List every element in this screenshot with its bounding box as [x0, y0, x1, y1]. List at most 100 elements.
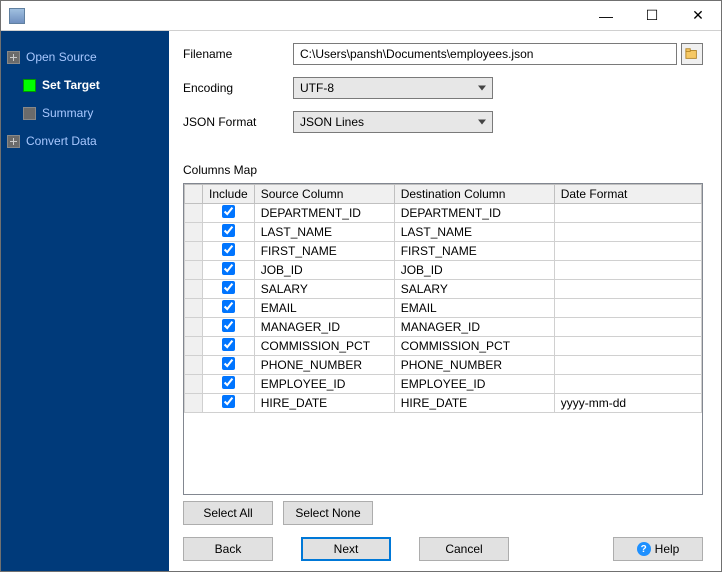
include-cell [203, 280, 255, 299]
source-cell[interactable]: EMAIL [254, 299, 394, 318]
col-include-header[interactable]: Include [203, 185, 255, 204]
datefmt-cell[interactable]: yyyy-mm-dd [554, 394, 701, 413]
source-cell[interactable]: JOB_ID [254, 261, 394, 280]
col-datefmt-header[interactable]: Date Format [554, 185, 701, 204]
dest-cell[interactable]: JOB_ID [394, 261, 554, 280]
wizard-sidebar: Open Source Set TargetSummary Convert Data [1, 31, 169, 571]
include-cell [203, 299, 255, 318]
close-button[interactable]: ✕ [675, 1, 721, 31]
minimize-button[interactable]: — [583, 1, 629, 31]
dest-cell[interactable]: FIRST_NAME [394, 242, 554, 261]
datefmt-cell[interactable] [554, 261, 701, 280]
datefmt-cell[interactable] [554, 375, 701, 394]
table-row[interactable]: JOB_IDJOB_ID [185, 261, 702, 280]
sidebar-item-open-source[interactable]: Open Source [1, 43, 169, 71]
table-row[interactable]: LAST_NAMELAST_NAME [185, 223, 702, 242]
dest-cell[interactable]: MANAGER_ID [394, 318, 554, 337]
row-header [185, 356, 203, 375]
row-header [185, 299, 203, 318]
dest-cell[interactable]: COMMISSION_PCT [394, 337, 554, 356]
table-row[interactable]: MANAGER_IDMANAGER_ID [185, 318, 702, 337]
source-cell[interactable]: EMPLOYEE_ID [254, 375, 394, 394]
include-cell [203, 375, 255, 394]
row-header [185, 223, 203, 242]
source-cell[interactable]: PHONE_NUMBER [254, 356, 394, 375]
source-cell[interactable]: SALARY [254, 280, 394, 299]
select-all-button[interactable]: Select All [183, 501, 273, 525]
cancel-button[interactable]: Cancel [419, 537, 509, 561]
source-cell[interactable]: DEPARTMENT_ID [254, 204, 394, 223]
table-row[interactable]: HIRE_DATEHIRE_DATEyyyy-mm-dd [185, 394, 702, 413]
source-cell[interactable]: COMMISSION_PCT [254, 337, 394, 356]
source-cell[interactable]: MANAGER_ID [254, 318, 394, 337]
datefmt-cell[interactable] [554, 223, 701, 242]
include-cell [203, 337, 255, 356]
include-checkbox[interactable] [222, 262, 235, 275]
dest-cell[interactable]: HIRE_DATE [394, 394, 554, 413]
sidebar-item-convert-data[interactable]: Convert Data [1, 127, 169, 155]
table-row[interactable]: SALARYSALARY [185, 280, 702, 299]
datefmt-cell[interactable] [554, 337, 701, 356]
table-row[interactable]: COMMISSION_PCTCOMMISSION_PCT [185, 337, 702, 356]
next-button[interactable]: Next [301, 537, 391, 561]
include-cell [203, 356, 255, 375]
encoding-select[interactable]: UTF-8 [293, 77, 493, 99]
help-button[interactable]: ? Help [613, 537, 703, 561]
dest-cell[interactable]: LAST_NAME [394, 223, 554, 242]
include-checkbox[interactable] [222, 338, 235, 351]
main-panel: Filename Encoding UTF-8 JSON Format [169, 31, 721, 571]
datefmt-cell[interactable] [554, 204, 701, 223]
include-checkbox[interactable] [222, 395, 235, 408]
filename-input[interactable] [293, 43, 677, 65]
include-checkbox[interactable] [222, 300, 235, 313]
dest-cell[interactable]: DEPARTMENT_ID [394, 204, 554, 223]
datefmt-cell[interactable] [554, 356, 701, 375]
col-source-header[interactable]: Source Column [254, 185, 394, 204]
include-checkbox[interactable] [222, 224, 235, 237]
select-none-button[interactable]: Select None [283, 501, 373, 525]
dest-cell[interactable]: SALARY [394, 280, 554, 299]
include-checkbox[interactable] [222, 357, 235, 370]
help-icon: ? [637, 542, 651, 556]
include-checkbox[interactable] [222, 281, 235, 294]
back-button[interactable]: Back [183, 537, 273, 561]
include-checkbox[interactable] [222, 319, 235, 332]
table-row[interactable]: EMAILEMAIL [185, 299, 702, 318]
browse-button[interactable] [681, 43, 703, 65]
include-cell [203, 242, 255, 261]
row-header [185, 204, 203, 223]
table-row[interactable]: FIRST_NAMEFIRST_NAME [185, 242, 702, 261]
sidebar-item-label: Open Source [26, 50, 97, 64]
source-cell[interactable]: FIRST_NAME [254, 242, 394, 261]
source-cell[interactable]: HIRE_DATE [254, 394, 394, 413]
sidebar-item-set-target[interactable]: Set Target [1, 71, 169, 99]
jsonformat-select[interactable]: JSON Lines [293, 111, 493, 133]
datefmt-cell[interactable] [554, 280, 701, 299]
sidebar-item-summary[interactable]: Summary [1, 99, 169, 127]
maximize-button[interactable]: ☐ [629, 1, 675, 31]
titlebar: — ☐ ✕ [1, 1, 721, 31]
include-checkbox[interactable] [222, 243, 235, 256]
row-header [185, 261, 203, 280]
dest-cell[interactable]: EMAIL [394, 299, 554, 318]
datefmt-cell[interactable] [554, 242, 701, 261]
columns-grid[interactable]: Include Source Column Destination Column… [183, 183, 703, 495]
table-row[interactable]: DEPARTMENT_IDDEPARTMENT_ID [185, 204, 702, 223]
chevron-down-icon [478, 120, 486, 125]
datefmt-cell[interactable] [554, 299, 701, 318]
table-row[interactable]: PHONE_NUMBERPHONE_NUMBER [185, 356, 702, 375]
dest-cell[interactable]: EMPLOYEE_ID [394, 375, 554, 394]
datefmt-cell[interactable] [554, 318, 701, 337]
dest-cell[interactable]: PHONE_NUMBER [394, 356, 554, 375]
row-header [185, 242, 203, 261]
open-file-icon [685, 47, 699, 61]
table-row[interactable]: EMPLOYEE_IDEMPLOYEE_ID [185, 375, 702, 394]
sidebar-item-label: Convert Data [26, 134, 97, 148]
tree-node-icon [23, 79, 36, 92]
include-checkbox[interactable] [222, 205, 235, 218]
include-cell [203, 261, 255, 280]
grid-corner [185, 185, 203, 204]
include-checkbox[interactable] [222, 376, 235, 389]
col-dest-header[interactable]: Destination Column [394, 185, 554, 204]
source-cell[interactable]: LAST_NAME [254, 223, 394, 242]
